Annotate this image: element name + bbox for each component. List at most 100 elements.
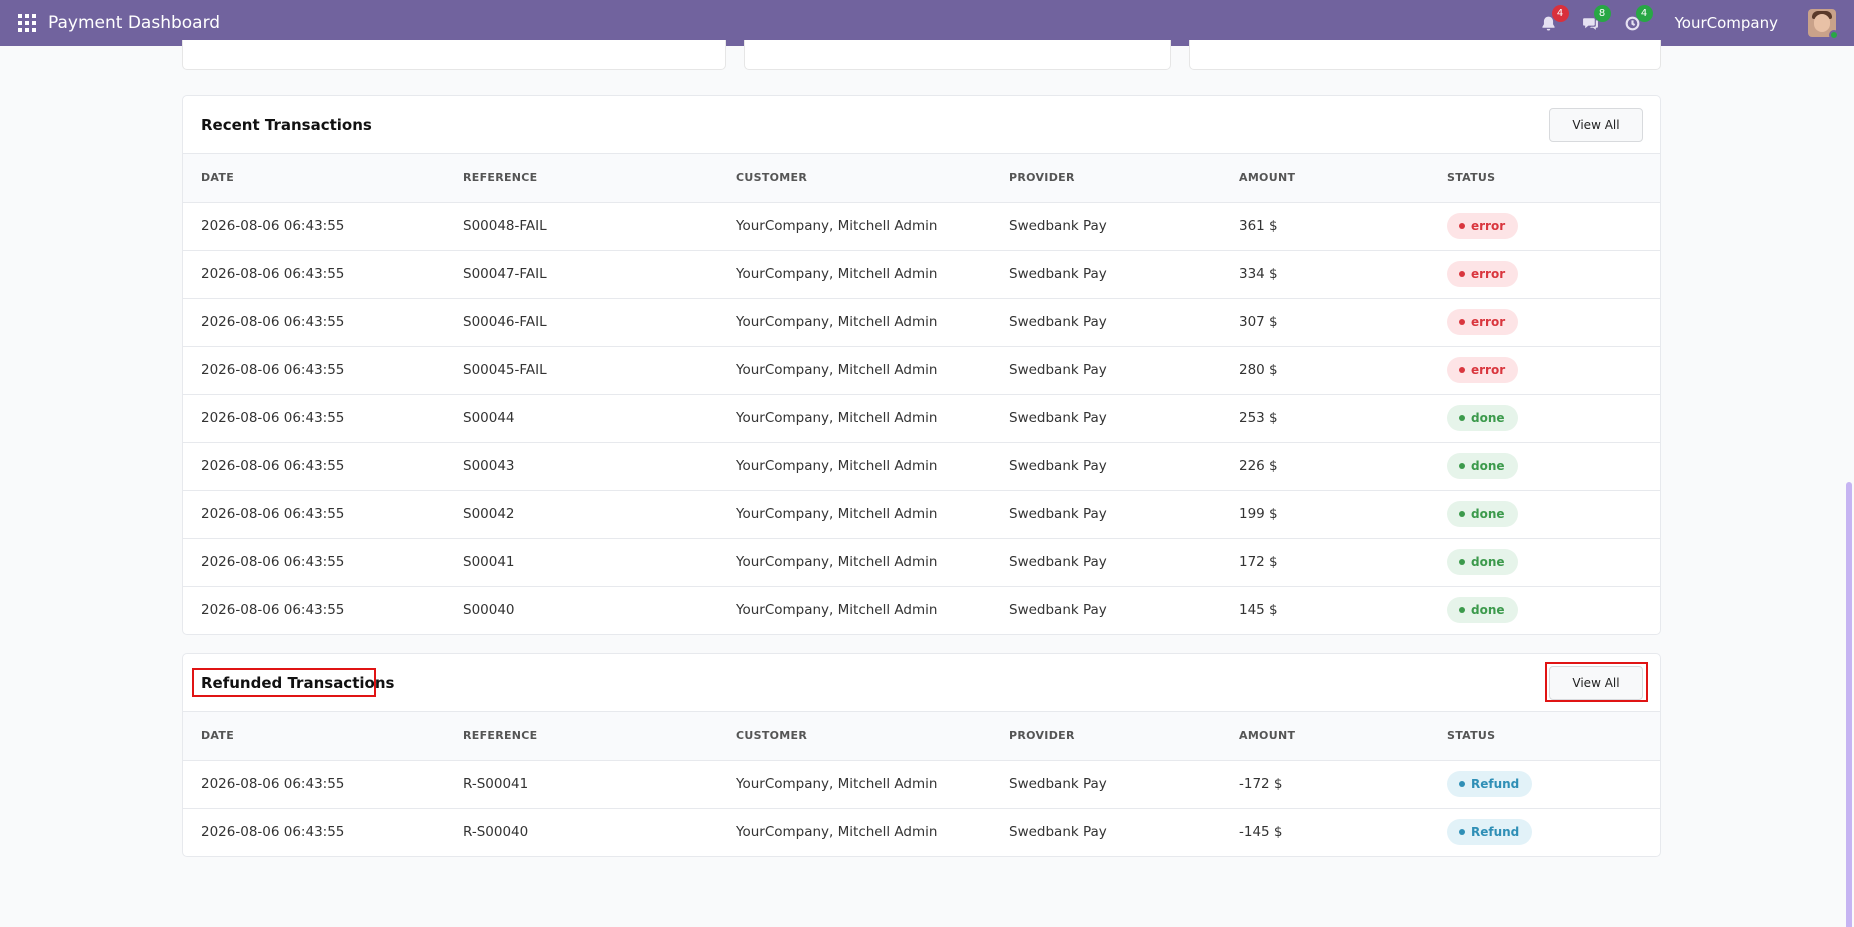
table-row[interactable]: 2026-08-06 06:43:55 S00047-FAIL YourCompan… <box>183 250 1660 298</box>
column-header: REFERENCE <box>445 712 718 761</box>
cell-reference: S00045-FAIL <box>463 362 547 378</box>
status-label: done <box>1471 555 1505 569</box>
table-row[interactable]: 2026-08-06 06:43:55 S00044 YourCompany, Mi… <box>183 394 1660 442</box>
status-label: Refund <box>1471 825 1520 840</box>
panel-header: Refunded Transactions View All <box>183 654 1660 712</box>
status-label: error <box>1471 219 1506 233</box>
apps-menu-icon[interactable] <box>18 14 36 32</box>
status-dot-icon <box>1459 271 1465 277</box>
column-header: AMOUNT <box>1221 154 1429 203</box>
cell-status: error <box>1429 346 1660 394</box>
cell-status: done <box>1429 586 1660 634</box>
clock-icon[interactable]: 4 <box>1623 5 1653 33</box>
column-header: STATUS <box>1429 154 1660 203</box>
status-dot-icon <box>1459 367 1465 373</box>
table-row[interactable]: 2026-08-06 06:43:55 S00048-FAIL YourCompan… <box>183 202 1660 250</box>
column-header: DATE <box>183 712 445 761</box>
table-row[interactable]: 2026-08-06 06:43:55 R-S00041 YourCompany, … <box>183 760 1660 808</box>
recent-transactions-panel: Recent Transactions View All DATE REFERE… <box>182 95 1661 635</box>
cell-date: 2026-08-06 06:43:55 <box>201 362 345 378</box>
app-title[interactable]: Payment Dashboard <box>48 13 220 33</box>
status-badge: error <box>1447 309 1519 335</box>
cell-date: 2026-08-06 06:43:55 <box>201 602 345 619</box>
cell-status: done <box>1429 538 1660 586</box>
column-header: CUSTOMER <box>718 712 991 761</box>
status-badge: error <box>1447 213 1519 239</box>
summary-card <box>744 40 1171 70</box>
status-label: Refund <box>1471 777 1520 791</box>
cell-date: 2026-08-06 06:43:55 <box>201 218 345 234</box>
scrollbar-thumb[interactable] <box>1846 482 1852 927</box>
user-avatar[interactable] <box>1808 9 1839 40</box>
status-label: done <box>1471 603 1505 618</box>
status-dot-icon <box>1459 223 1465 229</box>
company-switcher[interactable]: YourCompany <box>1675 14 1778 32</box>
cell-customer: YourCompany, Mitchell Admin <box>736 554 938 570</box>
column-header: AMOUNT <box>1221 712 1429 761</box>
cell-provider: Swedbank Pay <box>1009 410 1107 426</box>
table-row[interactable]: 2026-08-06 06:43:55 S00040 YourCompany, Mi… <box>183 586 1660 634</box>
cell-amount: 253 $ <box>1239 410 1278 426</box>
table-header-row: DATE REFERENCE CUSTOMER PROVIDER AMOUNT … <box>183 712 1660 761</box>
cell-provider: Swedbank Pay <box>1009 314 1107 330</box>
table-row[interactable]: 2026-08-06 06:43:55 S00043 YourCompany, Mi… <box>183 442 1660 490</box>
cell-provider: Swedbank Pay <box>1009 218 1107 234</box>
summary-card <box>1189 40 1661 70</box>
highlight-box <box>192 668 376 697</box>
cell-provider: Swedbank Pay <box>1009 362 1107 378</box>
status-label: done <box>1471 459 1505 473</box>
cell-provider: Swedbank Pay <box>1009 776 1107 792</box>
table-header-row: DATE REFERENCE CUSTOMER PROVIDER AMOUNT … <box>183 154 1660 203</box>
cell-provider: Swedbank Pay <box>1009 824 1107 841</box>
cell-amount: 361 $ <box>1239 218 1278 234</box>
cell-amount: 226 $ <box>1239 458 1278 474</box>
summary-card <box>182 40 726 70</box>
table-row[interactable]: 2026-08-06 06:43:55 S00046-FAIL YourCompan… <box>183 298 1660 346</box>
status-dot-icon <box>1459 319 1465 325</box>
table-row[interactable]: 2026-08-06 06:43:55 R-S00040 YourCompany, … <box>183 808 1660 856</box>
cell-status: error <box>1429 250 1660 298</box>
cell-reference: S00048-FAIL <box>463 218 547 234</box>
status-dot-icon <box>1459 415 1465 421</box>
status-dot-icon <box>1459 463 1465 469</box>
cell-reference: S00043 <box>463 458 515 474</box>
messages-icon[interactable]: 8 <box>1581 5 1611 33</box>
recent-view-all-button[interactable]: View All <box>1549 108 1643 142</box>
status-label: error <box>1471 267 1506 281</box>
cell-amount: 280 $ <box>1239 362 1278 378</box>
cell-status: error <box>1429 298 1660 346</box>
cell-amount: 307 $ <box>1239 314 1278 330</box>
cell-date: 2026-08-06 06:43:55 <box>201 824 345 841</box>
status-dot-icon <box>1459 607 1465 614</box>
cell-date: 2026-08-06 06:43:55 <box>201 314 345 330</box>
cell-customer: YourCompany, Mitchell Admin <box>736 362 938 378</box>
cell-date: 2026-08-06 06:43:55 <box>201 506 345 522</box>
activity-bell-icon[interactable]: 4 <box>1539 5 1569 33</box>
cell-date: 2026-08-06 06:43:55 <box>201 410 345 426</box>
panel-header: Recent Transactions View All <box>183 96 1660 154</box>
activity-badge: 4 <box>1551 5 1569 22</box>
column-header: CUSTOMER <box>718 154 991 203</box>
column-header: PROVIDER <box>991 712 1221 761</box>
cell-customer: YourCompany, Mitchell Admin <box>736 410 938 426</box>
table-row[interactable]: 2026-08-06 06:43:55 S00042 YourCompany, Mi… <box>183 490 1660 538</box>
cell-provider: Swedbank Pay <box>1009 602 1107 619</box>
cell-provider: Swedbank Pay <box>1009 554 1107 570</box>
refunded-transactions-panel: Refunded Transactions View All DATE REFE… <box>182 653 1661 857</box>
refunded-transactions-table: DATE REFERENCE CUSTOMER PROVIDER AMOUNT … <box>183 712 1660 856</box>
cell-reference: S00044 <box>463 410 515 426</box>
cell-status: Refund <box>1429 808 1660 856</box>
column-header: DATE <box>183 154 445 203</box>
cell-date: 2026-08-06 06:43:55 <box>201 266 345 282</box>
table-row[interactable]: 2026-08-06 06:43:55 S00045-FAIL YourCompan… <box>183 346 1660 394</box>
scrollbar[interactable] <box>1844 46 1854 927</box>
cell-reference: S00042 <box>463 506 515 522</box>
cell-date: 2026-08-06 06:43:55 <box>201 458 345 474</box>
cell-customer: YourCompany, Mitchell Admin <box>736 314 938 330</box>
table-row[interactable]: 2026-08-06 06:43:55 S00041 YourCompany, Mi… <box>183 538 1660 586</box>
column-header: STATUS <box>1429 712 1660 761</box>
cell-customer: YourCompany, Mitchell Admin <box>736 776 938 792</box>
recent-transactions-table: DATE REFERENCE CUSTOMER PROVIDER AMOUNT … <box>183 154 1660 634</box>
status-badge: done <box>1447 405 1518 431</box>
cell-reference: R-S00040 <box>463 824 529 841</box>
